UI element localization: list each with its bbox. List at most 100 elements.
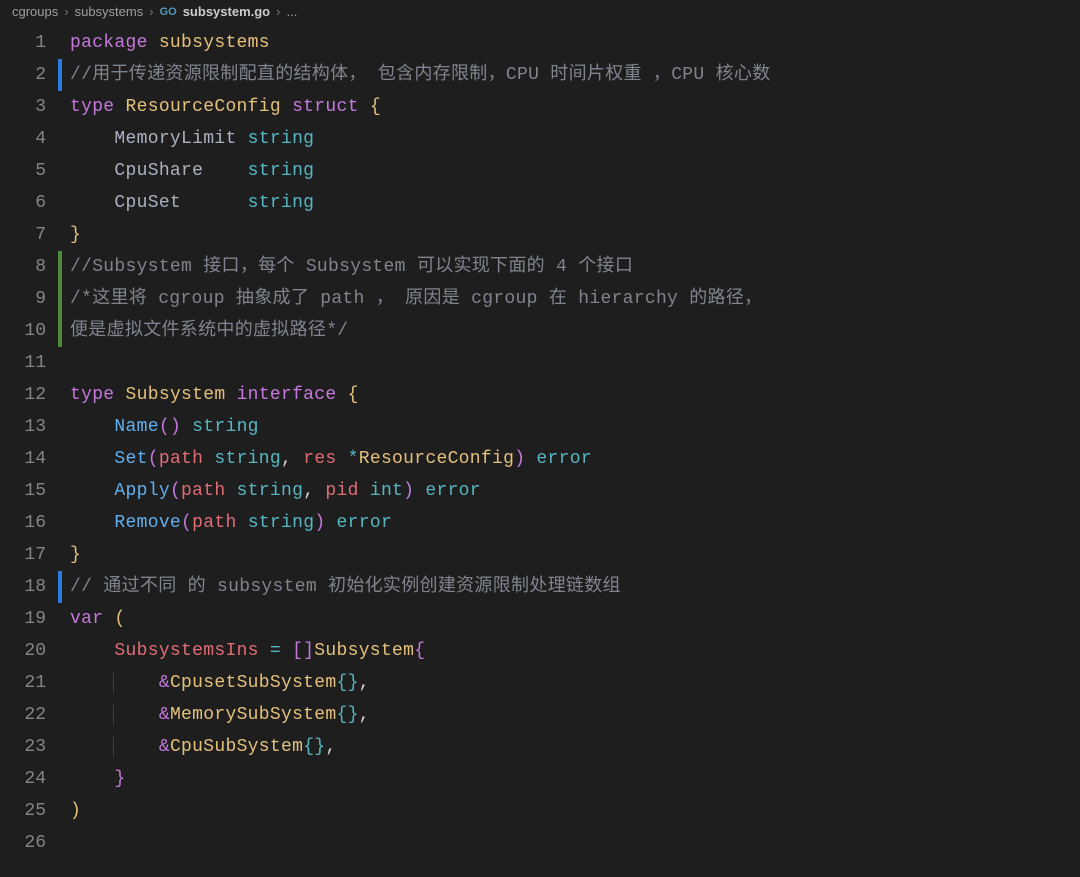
gutter-row: 1 (0, 27, 64, 59)
git-indicator (58, 763, 62, 795)
git-indicator (58, 59, 62, 91)
code-line[interactable]: &CpusetSubSystem{}, (70, 667, 1080, 699)
code-line[interactable]: type ResourceConfig struct { (70, 91, 1080, 123)
gutter: 1234567891011121314151617181920212223242… (0, 23, 64, 859)
git-indicator (58, 635, 62, 667)
git-indicator (58, 347, 62, 379)
line-number[interactable]: 12 (0, 385, 58, 405)
gutter-row: 8 (0, 251, 64, 283)
chevron-right-icon: › (64, 4, 68, 19)
line-number[interactable]: 7 (0, 225, 58, 245)
gutter-row: 10 (0, 315, 64, 347)
gutter-row: 16 (0, 507, 64, 539)
code-line[interactable]: Apply(path string, pid int) error (70, 475, 1080, 507)
line-number[interactable]: 2 (0, 65, 58, 85)
code-line[interactable]: } (70, 219, 1080, 251)
code-line[interactable]: //Subsystem 接口，每个 Subsystem 可以实现下面的 4 个接… (70, 251, 1080, 283)
code-editor[interactable]: 1234567891011121314151617181920212223242… (0, 23, 1080, 859)
git-indicator (58, 91, 62, 123)
line-number[interactable]: 11 (0, 353, 58, 373)
git-indicator (58, 571, 62, 603)
gutter-row: 3 (0, 91, 64, 123)
line-number[interactable]: 3 (0, 97, 58, 117)
chevron-right-icon: › (149, 4, 153, 19)
breadcrumb[interactable]: cgroups › subsystems › GO subsystem.go ›… (0, 0, 1080, 23)
line-number[interactable]: 25 (0, 801, 58, 821)
code-line[interactable]: Remove(path string) error (70, 507, 1080, 539)
code-line[interactable]: &CpuSubSystem{}, (70, 731, 1080, 763)
git-indicator (58, 379, 62, 411)
code-line[interactable]: /*这里将 cgroup 抽象成了 path ， 原因是 cgroup 在 hi… (70, 283, 1080, 315)
code-line[interactable]: type Subsystem interface { (70, 379, 1080, 411)
code-line[interactable]: 便是虚拟文件系统中的虚拟路径*/ (70, 315, 1080, 347)
code-line[interactable]: Set(path string, res *ResourceConfig) er… (70, 443, 1080, 475)
code-line[interactable]: } (70, 539, 1080, 571)
git-indicator (58, 539, 62, 571)
line-number[interactable]: 26 (0, 833, 58, 853)
gutter-row: 19 (0, 603, 64, 635)
line-number[interactable]: 20 (0, 641, 58, 661)
line-number[interactable]: 21 (0, 673, 58, 693)
gutter-row: 2 (0, 59, 64, 91)
gutter-row: 15 (0, 475, 64, 507)
gutter-row: 9 (0, 283, 64, 315)
git-indicator (58, 315, 62, 347)
line-number[interactable]: 24 (0, 769, 58, 789)
git-indicator (58, 155, 62, 187)
line-number[interactable]: 22 (0, 705, 58, 725)
line-number[interactable]: 8 (0, 257, 58, 277)
code-line[interactable] (70, 827, 1080, 859)
line-number[interactable]: 19 (0, 609, 58, 629)
line-number[interactable]: 16 (0, 513, 58, 533)
line-number[interactable]: 5 (0, 161, 58, 181)
code-line[interactable]: &MemorySubSystem{}, (70, 699, 1080, 731)
line-number[interactable]: 13 (0, 417, 58, 437)
code-line[interactable]: } (70, 763, 1080, 795)
line-number[interactable]: 23 (0, 737, 58, 757)
git-indicator (58, 667, 62, 699)
code-line[interactable]: package subsystems (70, 27, 1080, 59)
gutter-row: 25 (0, 795, 64, 827)
gutter-row: 24 (0, 763, 64, 795)
code-line[interactable]: // 通过不同 的 subsystem 初始化实例创建资源限制处理链数组 (70, 571, 1080, 603)
code-line[interactable]: CpuSet string (70, 187, 1080, 219)
code-line[interactable]: var ( (70, 603, 1080, 635)
code-area[interactable]: package subsystems//用于传递资源限制配直的结构体， 包含内存… (64, 23, 1080, 859)
line-number[interactable]: 4 (0, 129, 58, 149)
gutter-row: 14 (0, 443, 64, 475)
breadcrumb-item[interactable]: cgroups (12, 4, 58, 19)
go-file-icon: GO (160, 6, 177, 18)
git-indicator (58, 187, 62, 219)
gutter-row: 26 (0, 827, 64, 859)
git-indicator (58, 411, 62, 443)
line-number[interactable]: 6 (0, 193, 58, 213)
gutter-row: 22 (0, 699, 64, 731)
gutter-row: 23 (0, 731, 64, 763)
code-line[interactable]: ) (70, 795, 1080, 827)
git-indicator (58, 827, 62, 859)
breadcrumb-item[interactable]: subsystems (75, 4, 144, 19)
code-line[interactable]: //用于传递资源限制配直的结构体， 包含内存限制，CPU 时间片权重 ，CPU … (70, 59, 1080, 91)
git-indicator (58, 699, 62, 731)
git-indicator (58, 443, 62, 475)
line-number[interactable]: 15 (0, 481, 58, 501)
code-line[interactable] (70, 347, 1080, 379)
line-number[interactable]: 9 (0, 289, 58, 309)
breadcrumb-symbol[interactable]: ... (286, 4, 297, 19)
gutter-row: 6 (0, 187, 64, 219)
git-indicator (58, 603, 62, 635)
line-number[interactable]: 17 (0, 545, 58, 565)
line-number[interactable]: 18 (0, 577, 58, 597)
gutter-row: 11 (0, 347, 64, 379)
gutter-row: 20 (0, 635, 64, 667)
gutter-row: 18 (0, 571, 64, 603)
code-line[interactable]: CpuShare string (70, 155, 1080, 187)
line-number[interactable]: 14 (0, 449, 58, 469)
line-number[interactable]: 10 (0, 321, 58, 341)
breadcrumb-file[interactable]: subsystem.go (183, 4, 270, 19)
git-indicator (58, 507, 62, 539)
code-line[interactable]: MemoryLimit string (70, 123, 1080, 155)
code-line[interactable]: SubsystemsIns = []Subsystem{ (70, 635, 1080, 667)
line-number[interactable]: 1 (0, 33, 58, 53)
code-line[interactable]: Name() string (70, 411, 1080, 443)
